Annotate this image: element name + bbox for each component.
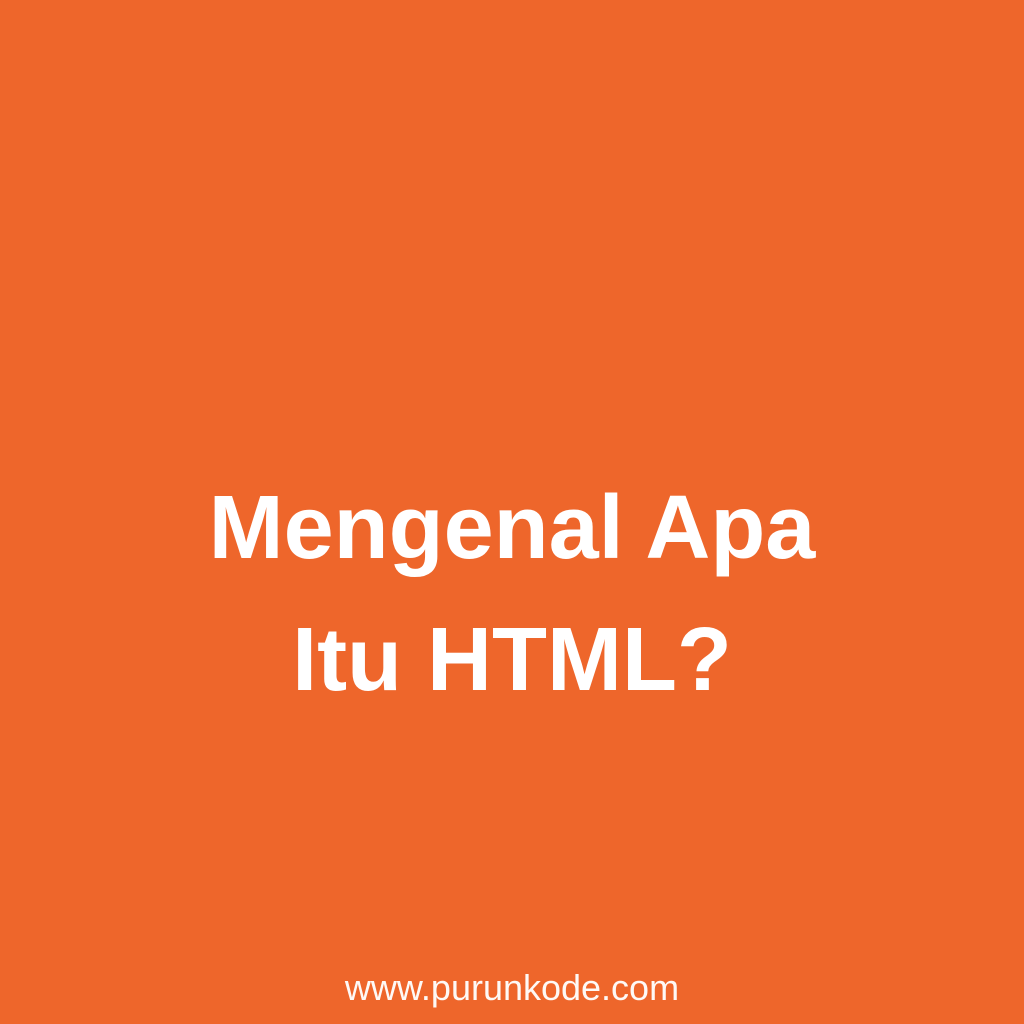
title-line-2: Itu HTML? [292, 610, 732, 711]
cover-background: Mengenal Apa Itu HTML? www.purunkode.com [0, 0, 1024, 1024]
page-title: Mengenal Apa Itu HTML? [0, 462, 1024, 726]
website-url: www.purunkode.com [344, 967, 680, 1008]
title-line-1: Mengenal Apa [208, 478, 816, 579]
